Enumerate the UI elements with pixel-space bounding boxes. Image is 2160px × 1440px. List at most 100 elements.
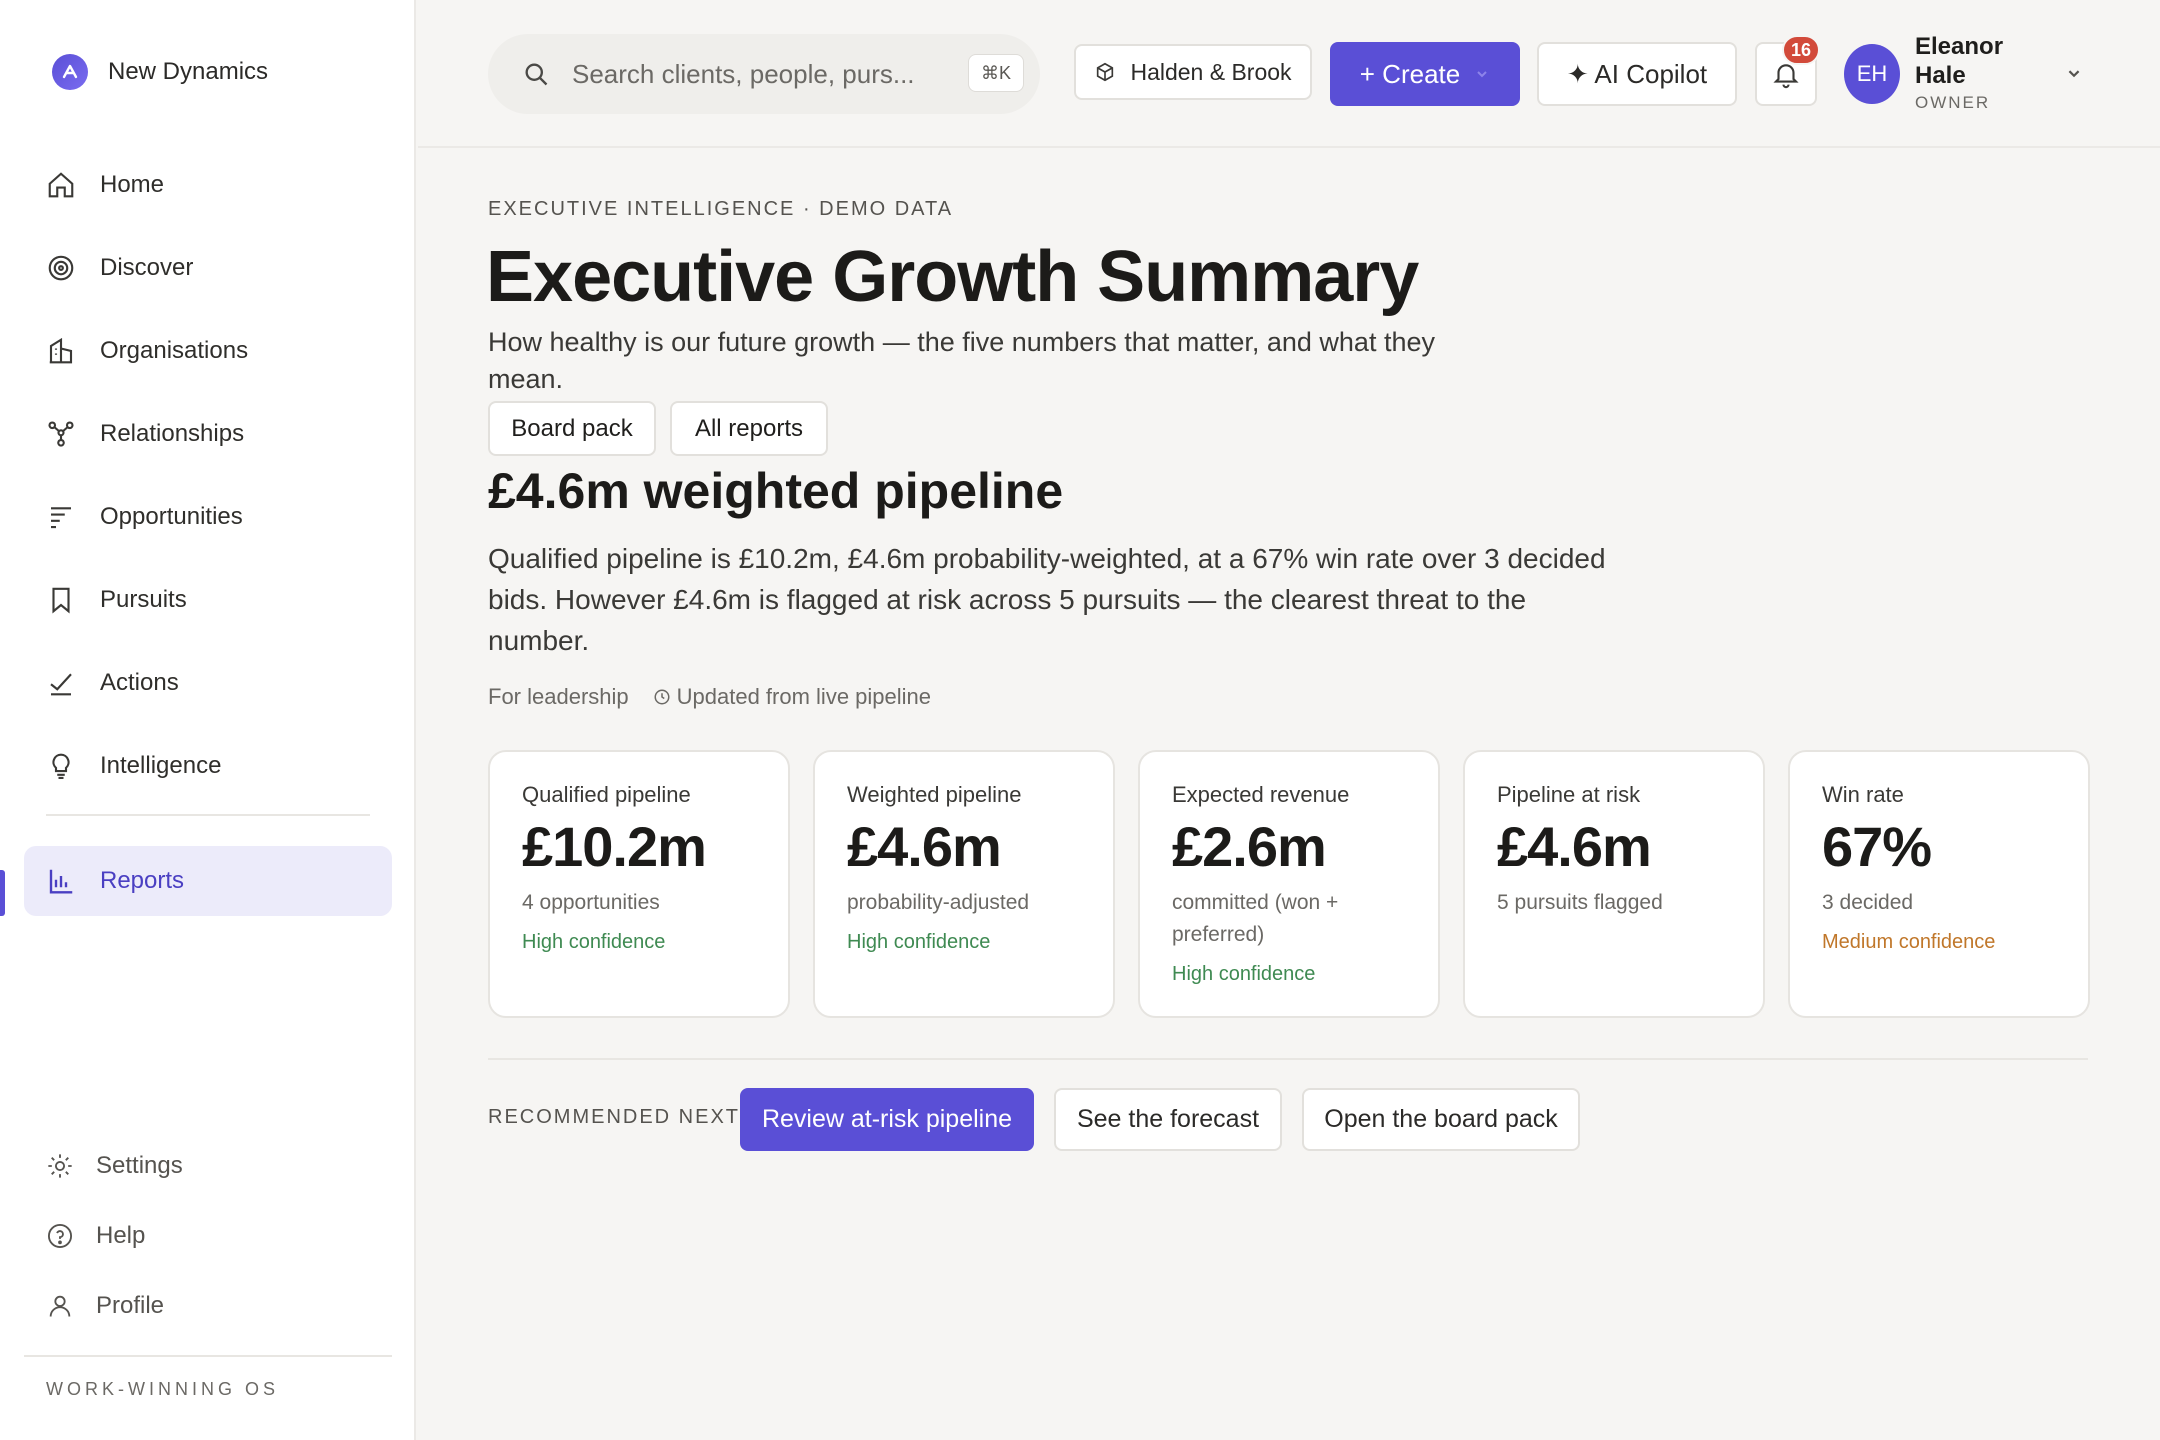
sidebar-item-help[interactable]: Help <box>24 1203 392 1269</box>
secondary-nav: Settings Help Profile <box>24 1133 392 1343</box>
lightbulb-icon <box>52 753 70 779</box>
sidebar-item-intelligence[interactable]: Intelligence <box>24 731 392 801</box>
open-board-pack-button[interactable]: Open the board pack <box>1302 1088 1580 1151</box>
audience-label: For leadership <box>488 684 629 709</box>
updated-status: Updated from live pipeline <box>653 684 931 710</box>
user-menu-chevron-icon[interactable] <box>2063 62 2085 84</box>
sidebar-item-label: Opportunities <box>100 503 243 530</box>
chevron-down-icon <box>1477 71 1487 78</box>
sidebar-item-label: Relationships <box>100 420 245 447</box>
kpi-confidence: Medium confidence <box>1822 931 1996 953</box>
sidebar-item-label: Actions <box>100 669 179 696</box>
sidebar-item-label: Discover <box>100 254 194 281</box>
gear-icon <box>48 1154 72 1178</box>
ai-copilot-button[interactable]: ✦ AI Copilot <box>1537 42 1737 106</box>
check-icon <box>50 673 72 696</box>
page-eyebrow: EXECUTIVE INTELLIGENCE · DEMO DATA <box>488 198 954 220</box>
all-reports-button[interactable]: All reports <box>670 401 828 456</box>
board-pack-button[interactable]: Board pack <box>488 401 656 456</box>
updated-label: Updated from live pipeline <box>676 684 932 709</box>
brand-logo-icon <box>52 54 88 90</box>
org-name: Halden & Brook <box>1130 58 1292 85</box>
kpi-label: Win rate <box>1822 782 1904 807</box>
create-label: + Create <box>1359 58 1461 89</box>
create-button[interactable]: + Create <box>1330 42 1520 106</box>
brand[interactable]: New Dynamics <box>52 52 268 92</box>
kpi-value: £4.6m <box>1497 815 1652 878</box>
brand-name: New Dynamics <box>108 58 269 85</box>
sidebar-item-profile[interactable]: Profile <box>24 1273 392 1339</box>
bookmark-icon <box>52 587 70 614</box>
sidebar-item-settings[interactable]: Settings <box>24 1133 392 1199</box>
page-title: Executive Growth Summary <box>486 237 1419 317</box>
building-icon <box>49 337 73 364</box>
clock-icon <box>654 689 670 705</box>
kpi-note: committed (won + preferred) <box>1172 891 1339 946</box>
kpi-value: £4.6m <box>847 815 1002 878</box>
sidebar-item-discover[interactable]: Discover <box>24 233 392 303</box>
sidebar-item-actions[interactable]: Actions <box>24 648 392 718</box>
nav-divider <box>46 814 370 816</box>
kpi-confidence: High confidence <box>522 931 666 953</box>
search-icon <box>525 63 548 86</box>
sidebar-item-label: Organisations <box>100 337 249 364</box>
sidebar-footer-divider <box>24 1355 392 1357</box>
bar-chart-icon <box>49 869 73 894</box>
network-icon <box>48 421 74 447</box>
main-nav: Home Discover Organisations Relationship… <box>24 150 392 929</box>
sidebar-item-label: Reports <box>100 867 185 894</box>
cube-icon <box>1097 62 1114 82</box>
kpi-label: Weighted pipeline <box>847 782 1022 807</box>
kpi-card-win-rate[interactable]: Win rate 67% 3 decided Medium confidence <box>1788 750 2090 1018</box>
user-name[interactable]: Eleanor Hale <box>1915 32 2055 90</box>
notification-count-badge: 16 <box>1782 35 1820 65</box>
kpi-label: Expected revenue <box>1172 782 1350 807</box>
user-icon <box>49 1295 71 1317</box>
active-nav-marker <box>0 870 5 916</box>
sidebar-item-label: Profile <box>96 1292 165 1319</box>
sidebar: New Dynamics Home Discover Organisations… <box>0 0 416 1440</box>
search-input[interactable]: Search clients, people, purs... ⌘K <box>488 34 1040 114</box>
user-role: OWNER <box>1915 93 1991 112</box>
ai-copilot-label: ✦ AI Copilot <box>1566 58 1708 89</box>
see-forecast-button[interactable]: See the forecast <box>1054 1088 1282 1151</box>
report-meta: For leadership Updated from live pipelin… <box>488 684 931 710</box>
kpi-note: 3 decided <box>1822 891 1914 914</box>
kpi-card-pipeline-at-risk[interactable]: Pipeline at risk £4.6m 5 pursuits flagge… <box>1463 750 1765 1018</box>
kpi-value: 67% <box>1822 815 1932 878</box>
sidebar-item-reports[interactable]: Reports <box>24 846 392 916</box>
kpi-cards: Qualified pipeline £10.2m 4 opportunitie… <box>488 750 2090 1018</box>
sidebar-item-organisations[interactable]: Organisations <box>24 316 392 386</box>
kpi-card-qualified-pipeline[interactable]: Qualified pipeline £10.2m 4 opportunitie… <box>488 750 790 1018</box>
sidebar-item-home[interactable]: Home <box>24 150 392 220</box>
kpi-note: 4 opportunities <box>522 891 660 914</box>
kpi-label: Qualified pipeline <box>522 782 691 807</box>
kpi-value: £2.6m <box>1172 815 1327 878</box>
kpi-label: Pipeline at risk <box>1497 782 1641 807</box>
avatar[interactable]: EH <box>1844 44 1900 104</box>
sidebar-item-label: Settings <box>96 1152 183 1179</box>
sidebar-item-label: Pursuits <box>100 586 187 613</box>
search-placeholder: Search clients, people, purs... <box>572 58 915 89</box>
sidebar-item-label: Intelligence <box>100 752 222 779</box>
kpi-confidence: High confidence <box>1172 963 1316 985</box>
sidebar-item-pursuits[interactable]: Pursuits <box>24 565 392 635</box>
kpi-value: £10.2m <box>522 815 707 878</box>
headline-metric: £4.6m weighted pipeline <box>488 463 1064 519</box>
home-icon <box>48 172 74 198</box>
sidebar-item-label: Help <box>96 1222 146 1249</box>
review-at-risk-button[interactable]: Review at-risk pipeline <box>740 1088 1034 1151</box>
list-icon <box>51 507 71 529</box>
top-bar: Search clients, people, purs... ⌘K Halde… <box>418 0 2160 148</box>
target-icon <box>48 255 74 281</box>
sidebar-item-opportunities[interactable]: Opportunities <box>24 482 392 552</box>
help-icon <box>47 1223 73 1249</box>
kpi-card-weighted-pipeline[interactable]: Weighted pipeline £4.6m probability-adju… <box>813 750 1115 1018</box>
sidebar-item-relationships[interactable]: Relationships <box>24 399 392 469</box>
summary-text: Qualified pipeline is £10.2m, £4.6m prob… <box>488 543 1606 656</box>
kpi-note: 5 pursuits flagged <box>1497 891 1663 914</box>
recommended-label: RECOMMENDED NEXT <box>488 1106 741 1128</box>
sidebar-item-label: Home <box>100 171 165 198</box>
kpi-card-expected-revenue[interactable]: Expected revenue £2.6m committed (won + … <box>1138 750 1440 1018</box>
org-switcher-button[interactable]: Halden & Brook <box>1074 44 1312 100</box>
